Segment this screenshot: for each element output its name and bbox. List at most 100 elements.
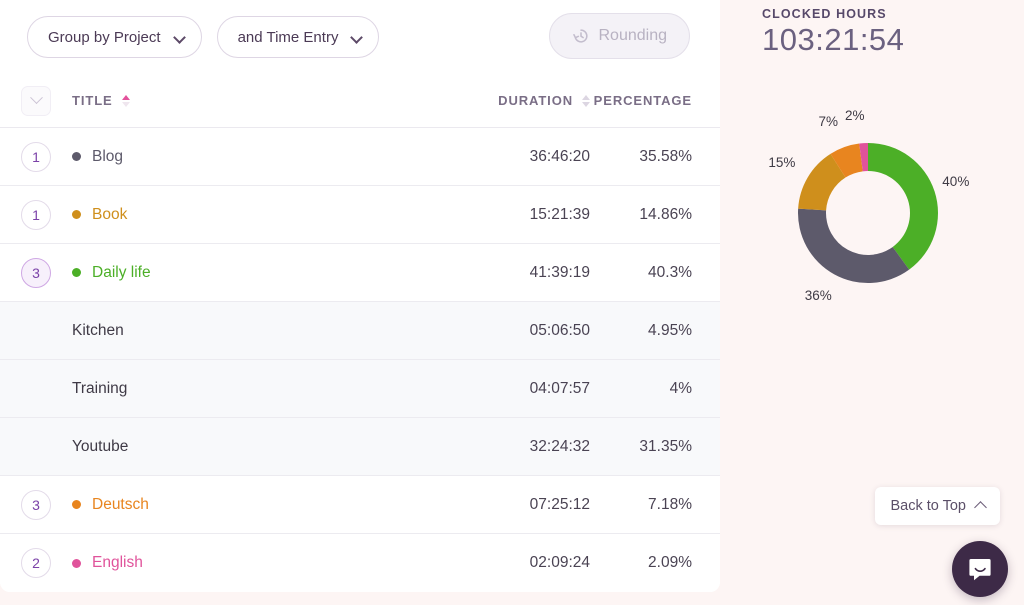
row-title-text: English bbox=[92, 554, 143, 571]
sort-duration-icon[interactable] bbox=[582, 94, 590, 107]
row-title-cell: Training bbox=[72, 380, 460, 398]
row-percentage-cell: 35.58% bbox=[590, 148, 720, 166]
row-title-text: Book bbox=[92, 205, 128, 223]
row-duration-cell: 15:21:39 bbox=[460, 206, 590, 224]
row-percentage-cell: 4% bbox=[590, 380, 720, 398]
report-table: TITLE DURATION PERCENTAGE 1 Blog 36:46:20 3… bbox=[0, 74, 720, 592]
row-expand-badge[interactable]: 1 bbox=[21, 141, 51, 172]
donut-segment[interactable] bbox=[798, 208, 910, 283]
header-title[interactable]: TITLE bbox=[72, 93, 460, 108]
chevron-up-icon bbox=[974, 501, 987, 514]
row-duration-cell: 04:07:57 bbox=[460, 380, 590, 398]
header-percentage[interactable]: PERCENTAGE bbox=[590, 93, 720, 108]
row-title-cell: English bbox=[72, 554, 460, 572]
row-title-cell: Daily life bbox=[72, 264, 460, 282]
clocked-hours-value: 103:21:54 bbox=[762, 22, 905, 57]
row-percentage: 7.18% bbox=[648, 495, 692, 513]
row-duration-cell: 02:09:24 bbox=[460, 554, 590, 572]
row-percentage-cell: 31.35% bbox=[590, 438, 720, 456]
project-color-dot bbox=[72, 500, 81, 509]
row-percentage: 4.95% bbox=[648, 321, 692, 339]
row-title-cell: Blog bbox=[72, 148, 460, 166]
project-color-dot bbox=[72, 210, 81, 219]
donut-segment-label: 15% bbox=[768, 155, 796, 171]
expand-all-toggle[interactable] bbox=[21, 85, 51, 116]
table-row[interactable]: Kitchen 05:06:50 4.95% bbox=[0, 302, 720, 360]
row-duration: 15:21:39 bbox=[529, 205, 590, 223]
subgroup-select[interactable]: and Time Entry bbox=[216, 16, 380, 58]
row-percentage: 40.3% bbox=[648, 263, 692, 281]
table-row[interactable]: Training 04:07:57 4% bbox=[0, 360, 720, 418]
row-count-cell: 1 bbox=[0, 141, 72, 172]
row-title-text: Youtube bbox=[72, 437, 129, 455]
back-to-top-button[interactable]: Back to Top bbox=[875, 487, 1000, 525]
table-row[interactable]: Youtube 32:24:32 31.35% bbox=[0, 418, 720, 476]
project-color-dot bbox=[72, 268, 81, 277]
row-percentage-cell: 14.86% bbox=[590, 206, 720, 224]
header-title-label: TITLE bbox=[72, 93, 113, 108]
row-title[interactable]: Book bbox=[72, 206, 127, 224]
row-expand-badge[interactable]: 2 bbox=[21, 548, 51, 578]
row-duration: 05:06:50 bbox=[529, 321, 590, 339]
report-toolbar: Group by Project and Time Entry Rounding bbox=[0, 0, 720, 74]
chat-launcher-button[interactable] bbox=[952, 541, 1008, 597]
donut-segment-label: 36% bbox=[804, 288, 832, 304]
row-expand-badge[interactable]: 3 bbox=[21, 257, 51, 288]
row-expand-badge[interactable]: 3 bbox=[21, 489, 51, 520]
summary-panel: CLOCKED HOURS 103:21:54 40% 36% 15% 7% 2% Ba… bbox=[720, 0, 1024, 605]
row-duration-cell: 41:39:19 bbox=[460, 264, 590, 282]
row-title[interactable]: Training bbox=[72, 380, 127, 398]
history-rounding-icon bbox=[572, 29, 588, 43]
table-row[interactable]: 1 Book 15:21:39 14.86% bbox=[0, 186, 720, 244]
donut-segment-label: 40% bbox=[942, 174, 970, 190]
group-by-select[interactable]: Group by Project bbox=[27, 16, 202, 58]
row-title[interactable]: Daily life bbox=[72, 264, 151, 282]
row-title[interactable]: Deutsch bbox=[72, 496, 149, 514]
sort-title-icon[interactable] bbox=[121, 94, 130, 107]
row-percentage: 2.09% bbox=[648, 554, 692, 571]
row-title-cell: Deutsch bbox=[72, 496, 460, 514]
clocked-hours-label: CLOCKED HOURS bbox=[762, 7, 887, 21]
project-color-dot bbox=[72, 152, 81, 161]
table-body: 1 Blog 36:46:20 35.58% 1 Book 15:21:39 14.86% 3 D… bbox=[0, 128, 720, 592]
row-duration-cell: 05:06:50 bbox=[460, 322, 590, 340]
rounding-button[interactable]: Rounding bbox=[548, 13, 690, 59]
donut-chart-svg bbox=[798, 143, 938, 283]
table-header-row: TITLE DURATION PERCENTAGE bbox=[0, 74, 720, 128]
table-row[interactable]: 3 Daily life 41:39:19 40.3% bbox=[0, 244, 720, 302]
chevron-down-icon bbox=[175, 32, 185, 42]
row-percentage-cell: 4.95% bbox=[590, 322, 720, 340]
header-duration-label: DURATION bbox=[498, 93, 573, 108]
row-title-cell: Youtube bbox=[72, 438, 460, 456]
back-to-top-label: Back to Top bbox=[890, 498, 966, 514]
row-expand-badge[interactable]: 1 bbox=[21, 199, 51, 230]
row-duration: 32:24:32 bbox=[529, 437, 590, 455]
header-duration[interactable]: DURATION bbox=[460, 93, 590, 108]
table-row[interactable]: 1 Blog 36:46:20 35.58% bbox=[0, 128, 720, 186]
row-percentage: 31.35% bbox=[639, 437, 692, 455]
row-duration: 04:07:57 bbox=[529, 379, 590, 397]
row-percentage: 4% bbox=[669, 379, 692, 397]
row-duration-cell: 07:25:12 bbox=[460, 496, 590, 514]
row-percentage-cell: 7.18% bbox=[590, 496, 720, 514]
row-title[interactable]: Blog bbox=[72, 148, 123, 166]
report-left-panel: Group by Project and Time Entry Rounding bbox=[0, 0, 720, 605]
group-by-label: Group by Project bbox=[48, 28, 161, 46]
row-title[interactable]: Kitchen bbox=[72, 322, 124, 340]
row-title[interactable]: English bbox=[72, 554, 143, 572]
row-duration-cell: 36:46:20 bbox=[460, 148, 590, 166]
table-row[interactable]: 3 Deutsch 07:25:12 7.18% bbox=[0, 476, 720, 534]
row-duration: 02:09:24 bbox=[529, 554, 590, 571]
row-duration-cell: 32:24:32 bbox=[460, 438, 590, 456]
row-title-text: Deutsch bbox=[92, 495, 149, 513]
row-title[interactable]: Youtube bbox=[72, 438, 128, 456]
row-title-text: Daily life bbox=[92, 263, 151, 281]
table-row[interactable]: 2 English 02:09:24 2.09% bbox=[0, 534, 720, 592]
donut-segment-label: 7% bbox=[818, 113, 838, 129]
chevron-down-icon bbox=[352, 32, 362, 42]
header-percentage-label: PERCENTAGE bbox=[593, 93, 692, 108]
donut-segment[interactable] bbox=[868, 143, 938, 270]
row-title-cell: Kitchen bbox=[72, 322, 460, 340]
row-title-cell: Book bbox=[72, 206, 460, 224]
row-count-cell: 3 bbox=[0, 489, 72, 520]
